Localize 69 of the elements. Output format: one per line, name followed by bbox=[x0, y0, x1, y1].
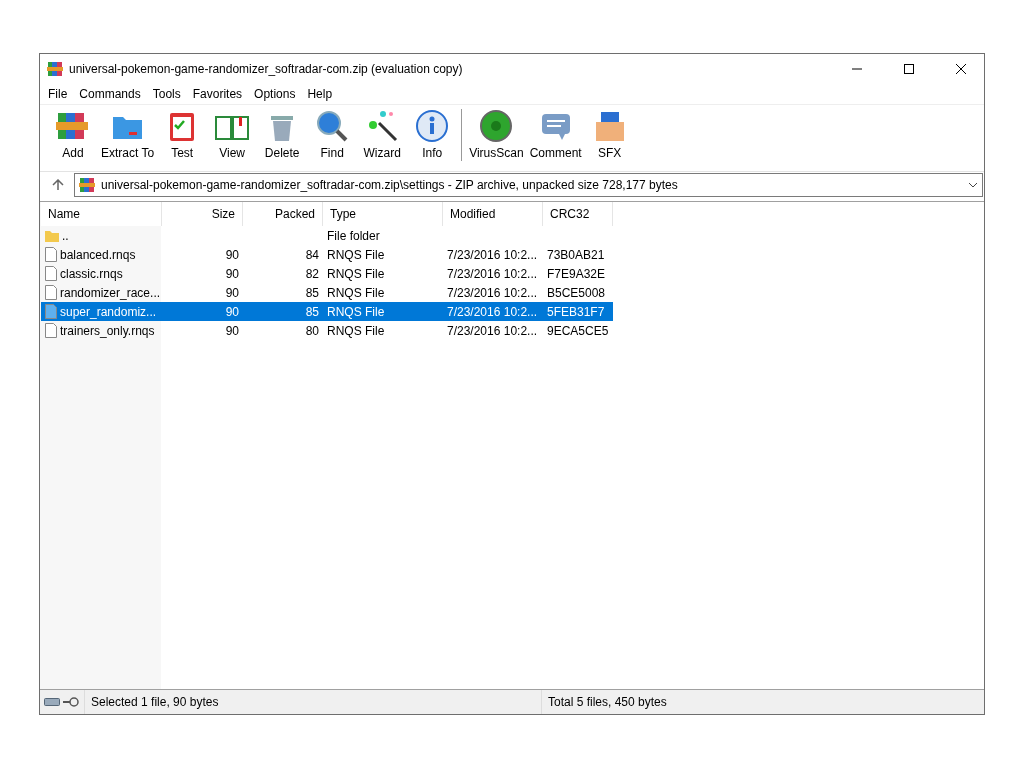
toolbar-button[interactable]: VirusScan bbox=[466, 109, 527, 165]
table-cell[interactable]: 7/23/2016 10:2... bbox=[443, 264, 543, 283]
table-cell[interactable]: .. bbox=[41, 226, 162, 245]
table-cell[interactable]: RNQS File bbox=[323, 264, 443, 283]
table-cell[interactable]: 5FEB31F7 bbox=[543, 302, 613, 321]
toolbar-button[interactable]: Delete bbox=[257, 109, 308, 165]
drive-icon bbox=[44, 698, 60, 706]
close-icon[interactable] bbox=[956, 64, 966, 74]
table-cell[interactable]: RNQS File bbox=[323, 283, 443, 302]
info-icon bbox=[415, 109, 450, 143]
file-icon bbox=[45, 285, 57, 300]
up-arrow-icon[interactable] bbox=[52, 179, 64, 191]
table-cell[interactable]: 85 bbox=[243, 302, 323, 321]
table-cell[interactable]: RNQS File bbox=[323, 245, 443, 264]
toolbar-button[interactable]: View bbox=[207, 109, 258, 165]
menu-item[interactable]: Tools bbox=[146, 87, 187, 101]
table-cell[interactable]: 73B0AB21 bbox=[543, 245, 613, 264]
menu-item[interactable]: File bbox=[42, 87, 74, 101]
table-cell[interactable]: balanced.rnqs bbox=[41, 245, 162, 264]
find-icon bbox=[315, 109, 350, 143]
toolbar-button[interactable]: Info bbox=[407, 109, 458, 165]
table-cell[interactable]: classic.rnqs bbox=[41, 264, 162, 283]
table-cell[interactable]: randomizer_race... bbox=[41, 283, 162, 302]
toolbar-button[interactable]: Test bbox=[157, 109, 208, 165]
archive-icon bbox=[79, 177, 95, 193]
table-cell[interactable]: trainers_only.rnqs bbox=[41, 321, 162, 340]
table-cell[interactable]: 90 bbox=[162, 283, 243, 302]
table-cell[interactable]: B5CE5008 bbox=[543, 283, 613, 302]
table-cell[interactable]: RNQS File bbox=[323, 302, 443, 321]
table-cell[interactable]: 90 bbox=[162, 321, 243, 340]
table-cell[interactable]: 90 bbox=[162, 264, 243, 283]
menu-item[interactable]: Options bbox=[248, 87, 302, 101]
table-cell[interactable]: 7/23/2016 10:2... bbox=[443, 245, 543, 264]
table-cell[interactable]: 9ECA5CE5 bbox=[543, 321, 613, 340]
column-header[interactable]: Name bbox=[41, 202, 162, 226]
menu-item[interactable]: Favorites bbox=[186, 87, 249, 101]
status-text: Selected 1 file, 90 bytes bbox=[85, 690, 542, 714]
menu-item[interactable]: Help bbox=[301, 87, 339, 101]
table-cell[interactable]: super_randomiz... bbox=[41, 302, 162, 321]
file-icon bbox=[45, 323, 57, 338]
table-cell[interactable]: 82 bbox=[243, 264, 323, 283]
status-text: Total 5 files, 450 bytes bbox=[547, 694, 668, 711]
maximize-icon[interactable] bbox=[904, 64, 914, 74]
table-cell[interactable]: 90 bbox=[162, 245, 243, 264]
menu-item[interactable]: Commands bbox=[73, 87, 147, 101]
folder-icon bbox=[45, 228, 59, 243]
table-cell[interactable]: 85 bbox=[243, 283, 323, 302]
table-cell[interactable]: 7/23/2016 10:2... bbox=[443, 302, 543, 321]
file-icon bbox=[45, 304, 57, 319]
toolbar-button[interactable]: SFX bbox=[584, 109, 635, 165]
archive-icon bbox=[47, 61, 63, 77]
toolbar-button[interactable]: Extract To bbox=[98, 109, 158, 165]
table-cell[interactable]: 7/23/2016 10:2... bbox=[443, 283, 543, 302]
table-cell[interactable]: File folder bbox=[323, 226, 443, 245]
toolbar-button[interactable]: Find bbox=[307, 109, 358, 165]
address-field[interactable]: universal-pokemon-game-randomizer_softradar-com.zip\settings - ZIP archive, unpacked size 728,177 bytes bbox=[74, 173, 983, 197]
dropdown-icon[interactable] bbox=[968, 182, 978, 188]
table-cell[interactable]: 80 bbox=[243, 321, 323, 340]
table-cell[interactable]: F7E9A32E bbox=[543, 264, 613, 283]
table-cell[interactable]: 84 bbox=[243, 245, 323, 264]
table-cell[interactable]: RNQS File bbox=[323, 321, 443, 340]
file-icon bbox=[45, 247, 57, 262]
window-title: universal-pokemon-game-randomizer_softradar-com.zip (evaluation copy) bbox=[69, 62, 464, 76]
toolbar-button[interactable]: Comment bbox=[526, 109, 585, 165]
toolbar-button[interactable]: Wizard bbox=[357, 109, 408, 165]
toolbar-button[interactable]: Add bbox=[48, 109, 98, 165]
file-icon bbox=[45, 266, 57, 281]
table-cell[interactable]: 7/23/2016 10:2... bbox=[443, 321, 543, 340]
table-cell[interactable]: 90 bbox=[162, 302, 243, 321]
